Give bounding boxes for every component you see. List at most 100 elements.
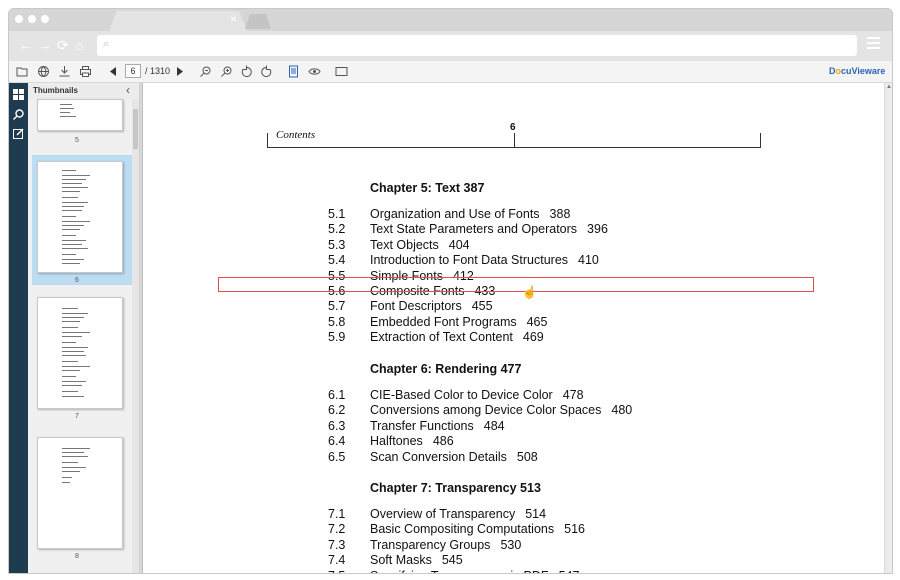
toc-entry-page: 545	[441, 553, 463, 568]
toc-entry[interactable]: 7.3 Transparency Groups 530	[328, 538, 521, 552]
thumbnails-icon[interactable]	[12, 88, 25, 101]
zoom-out-icon[interactable]	[199, 65, 212, 78]
toc-entry-title: Halftones	[370, 434, 423, 449]
fullscreen-icon[interactable]	[335, 65, 348, 78]
fit-page-icon[interactable]	[287, 65, 300, 78]
back-icon[interactable]: ←	[19, 37, 33, 53]
toc-entry-page: 455	[471, 299, 493, 314]
running-head: Contents	[276, 129, 316, 141]
toc-entry[interactable]: 5.2 Text State Parameters and Operators 39…	[328, 222, 608, 236]
thumbnail-label: 5	[75, 137, 79, 144]
toc-entry[interactable]: 6.2 Conversions among Device Color Spaces…	[328, 403, 632, 417]
toc-entry-number: 6.2	[328, 403, 346, 418]
docuvieware-logo: DocuVieware	[829, 66, 886, 76]
download-icon[interactable]	[58, 65, 71, 78]
page-number-input[interactable]: 6	[125, 64, 141, 78]
toc-entry-page: 484	[483, 418, 505, 433]
tab-close-icon[interactable]: ×	[230, 12, 237, 26]
thumbnail-page-7[interactable]: 7	[32, 291, 132, 420]
thumbnails-scrollbar[interactable]	[132, 99, 139, 573]
document-scrollbar[interactable]: ▲	[885, 83, 892, 573]
globe-icon[interactable]	[37, 65, 50, 78]
minimize-window-dot[interactable]	[28, 15, 36, 23]
header-tick	[514, 133, 515, 148]
collapse-panel-icon[interactable]: ‹	[126, 83, 130, 97]
toc-entry-title: Embedded Font Programs	[370, 314, 517, 329]
toc-entry-title: CIE-Based Color to Device Color	[370, 388, 553, 402]
toc-entry[interactable]: 7.4 Soft Masks 545	[328, 553, 463, 567]
toc-entry-page: 514	[525, 507, 547, 521]
toc-entry-title: Font Descriptors	[370, 299, 462, 314]
toc-entry[interactable]: 5.4 Introduction to Font Data Structures 4…	[328, 253, 599, 267]
toc-entry[interactable]: 5.3 Text Objects 404	[328, 238, 470, 252]
toc-entry[interactable]: 6.3 Transfer Functions 484	[328, 419, 505, 433]
thumbnail-page-8[interactable]: 8	[32, 431, 132, 561]
thumbnail-image	[37, 99, 123, 131]
folder-open-icon[interactable]	[16, 65, 29, 78]
toc-entry[interactable]: 5.7 Font Descriptors 455	[328, 299, 493, 313]
new-tab-button[interactable]	[245, 14, 271, 29]
browser-tab[interactable]	[109, 11, 247, 31]
toc-entry-number: 7.4	[328, 553, 346, 568]
zoom-in-icon[interactable]	[220, 65, 233, 78]
chapter-heading[interactable]: Chapter 7: Transparency 513	[370, 481, 541, 495]
toc-entry-title: Basic Compositing Computations	[370, 522, 555, 537]
page-total-label: / 1310	[145, 66, 171, 76]
chapter-heading[interactable]: Chapter 5: Text 387	[370, 181, 484, 195]
toc-entry-title: Organization and Use of Fonts	[370, 207, 540, 221]
header-tick	[267, 133, 268, 148]
toc-entry[interactable]: 6.1 CIE-Based Color to Device Color 478	[328, 388, 584, 402]
rotate-left-icon[interactable]	[240, 65, 253, 78]
thumbnail-label: 8	[75, 553, 79, 560]
address-bar-row: ← → ⟳ ⌂ ⌕	[9, 31, 892, 61]
thumbnail-page-6[interactable]: 6	[32, 155, 132, 285]
toc-entry[interactable]: 6.4 Halftones 486	[328, 434, 454, 448]
toc-entry-title: Transparency Groups	[370, 537, 491, 552]
toc-entry[interactable]: 7.1 Overview of Transparency 514	[328, 507, 546, 521]
forward-icon[interactable]: →	[38, 37, 52, 53]
toc-entry-number: 5.8	[328, 314, 346, 329]
toc-entry-page: 486	[432, 434, 454, 449]
toc-entry-number: 5.1	[328, 207, 346, 221]
toc-entry-page: 516	[564, 522, 585, 537]
toc-entry-title: Specifying Transparency in PDF	[370, 569, 549, 573]
header-tick	[760, 133, 761, 148]
window-controls	[15, 15, 49, 23]
toc-entry[interactable]: 7.5Specifying Transparency in PDF 547	[328, 569, 579, 573]
toc-entry[interactable]: 5.9 Extraction of Text Content 469	[328, 330, 544, 344]
toc-entry-title: Overview of Transparency	[370, 507, 516, 521]
thumbnail-label: 6	[75, 277, 79, 284]
thumbnails-title: Thumbnails	[33, 86, 78, 95]
thumbnails-header: Thumbnails ‹	[28, 83, 139, 99]
toc-entry[interactable]: 5.8 Embedded Font Programs 465	[328, 315, 547, 329]
thumbnail-image	[37, 437, 123, 549]
print-icon[interactable]	[79, 65, 92, 78]
page-number: 6	[510, 122, 516, 133]
toc-entry-page: 465	[526, 314, 548, 329]
toc-entry-page: 508	[516, 449, 538, 464]
prev-page-icon[interactable]	[107, 65, 120, 78]
reload-icon[interactable]: ⟳	[57, 37, 69, 53]
menu-icon[interactable]	[867, 37, 880, 49]
toc-entry-number: 5.7	[328, 299, 346, 314]
next-page-icon[interactable]	[173, 65, 186, 78]
toc-entry-number: 5.9	[328, 330, 346, 345]
thumbnail-page-5[interactable]: 5	[32, 99, 132, 147]
toc-entry-title: Extraction of Text Content	[370, 330, 513, 345]
toc-entry-title: Text State Parameters and Operators	[370, 222, 578, 237]
annotation-icon[interactable]	[12, 127, 25, 140]
rotate-right-icon[interactable]	[260, 65, 273, 78]
toc-entry[interactable]: 7.2 Basic Compositing Computations 516	[328, 522, 585, 536]
chapter-heading[interactable]: Chapter 6: Rendering 477	[370, 362, 521, 376]
toc-entry-title: Soft Masks	[370, 553, 432, 568]
close-window-dot[interactable]	[15, 15, 23, 23]
address-input[interactable]: ⌕	[97, 35, 857, 56]
toc-entry-page: 410	[578, 253, 599, 268]
search-icon[interactable]	[12, 108, 25, 121]
home-icon[interactable]: ⌂	[75, 37, 83, 53]
maximize-window-dot[interactable]	[41, 15, 49, 23]
view-icon[interactable]	[308, 65, 321, 78]
toc-entry[interactable]: 5.1 Organization and Use of Fonts 388	[328, 207, 570, 221]
document-viewport: Contents 6 Chapter 5: Text 387 5.1 Organiz…	[140, 83, 892, 573]
toc-entry[interactable]: 6.5 Scan Conversion Details 508	[328, 450, 538, 464]
